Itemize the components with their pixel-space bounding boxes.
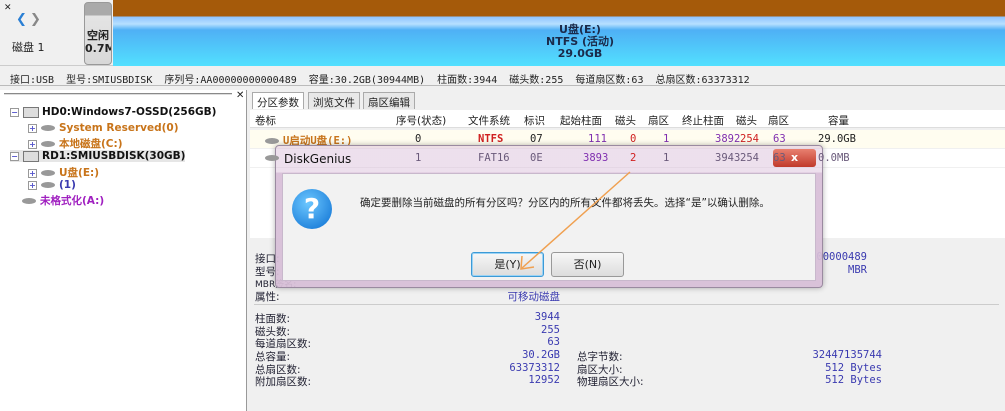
detail-label: 属性: [255,291,280,303]
cell-fs: NTFS [478,133,504,145]
col-header[interactable]: 终止柱面 [682,113,724,128]
dialog-body: ? 确定要删除当前磁盘的所有分区吗？分区内的所有文件都将丢失。选择“是”以确认删… [282,173,816,281]
col-header[interactable]: 扇区 [768,113,789,128]
cell-id: 07 [530,133,543,145]
col-header[interactable]: 扇区 [648,113,669,128]
tree-disk-hd0[interactable]: − HD0:Windows7-OSSD(256GB) [10,106,216,118]
disk-info-line: 接口:USB 型号:SMIUSBDISK 序列号:AA0000000000048… [0,68,1005,86]
volume-icon [265,155,279,161]
cell-capacity: 29.0GB [818,133,856,145]
free-space-block[interactable]: 空闲0.7M [84,2,112,65]
detail-value: 30.2GB [522,349,560,361]
cell-start-cyl: 3893 [583,152,609,164]
volume-icon [265,138,279,144]
tree-label: System Reserved(0) [59,122,179,134]
cell-capacity: 0.0MB [818,152,850,164]
question-icon: ? [292,189,332,229]
detail-label: 附加扇区数: [255,376,312,388]
tree-volume[interactable]: + (1) [28,179,76,191]
detail-value: 63373312 [509,362,560,374]
volume-icon [22,198,36,204]
tree-label: HD0:Windows7-OSSD(256GB) [42,106,217,118]
hdd-icon [23,150,39,162]
cell-end-cyl: 3892 [715,133,741,145]
detail-value: 63 [547,336,560,348]
hdd-icon [23,106,39,118]
tree-label: RD1:SMIUSBDISK(30GB) [42,150,186,162]
cell-head: 254 [740,133,759,145]
cell-sector: 63 [773,152,786,164]
volume-icon [41,141,55,147]
cell-sector: 63 [773,133,786,145]
tree-volume[interactable]: + System Reserved(0) [28,122,179,134]
detail-value: 255 [541,324,560,336]
cell-head: 2 [630,152,637,164]
tree-volume[interactable]: + U盘(E:) [28,165,99,180]
cell-id: 0E [530,152,543,164]
cell-sector: 1 [663,133,670,145]
next-disk-icon[interactable]: ❯ [30,12,41,27]
prev-disk-icon[interactable]: ❮ [16,12,27,27]
table-header: 卷标 序号(状态) 文件系统 标识 起始柱面 磁头 扇区 终止柱面 磁头 扇区 … [250,110,1005,128]
tree-disk-rd1[interactable]: − RD1:SMIUSBDISK(30GB) [10,150,186,162]
cell-fs: FAT16 [478,152,510,164]
no-button[interactable]: 否(N) [551,252,624,277]
cell-sector: 1 [663,152,670,164]
disk-label: 磁盘 1 [12,41,45,54]
col-header[interactable]: 序号(状态) [396,113,446,128]
dialog-message: 确定要删除当前磁盘的所有分区吗？分区内的所有文件都将丢失。选择“是”以确认删除。 [360,197,770,209]
detail-value: 512 Bytes [825,362,882,374]
col-header[interactable]: 磁头 [736,113,757,128]
free-label: 空闲 [87,29,109,42]
col-header[interactable]: 卷标 [255,113,276,128]
col-header[interactable]: 文件系统 [468,113,510,128]
partition-style-value: MBR [848,264,867,276]
tab-sector-edit[interactable]: 扇区编辑 [363,92,415,109]
tree-label: U盘(E:) [59,167,99,179]
tree-label: 未格式化(A:) [40,195,105,207]
col-header[interactable]: 容量 [828,113,849,128]
volume-icon [41,170,55,176]
cell-head: 0 [630,133,637,145]
tree-label: 本地磁盘(C:) [59,138,123,150]
cell-index: 1 [415,152,422,164]
partition-label: U盘(E:) NTFS (活动) 29.0GB [530,24,630,60]
close-panel-icon[interactable]: ✕ [236,90,244,101]
tab-partition-params[interactable]: 分区参数 [252,92,304,109]
tree-volume[interactable]: + 本地磁盘(C:) [28,136,123,151]
disk-map-bar: ✕ ❮ ❯ 磁盘 1 空闲0.7M U盘(E:) NTFS (活动) 29.0G… [0,0,1005,66]
detail-value: 32447135744 [812,349,882,361]
cell-index: 0 [415,133,422,145]
tree-volume[interactable]: 未格式化(A:) [22,193,104,208]
yes-button[interactable]: 是(Y) [471,252,544,277]
cell-start-cyl: 111 [588,133,607,145]
detail-value: 12952 [528,374,560,386]
tree-label: (1) [59,179,76,191]
col-header[interactable]: 磁头 [615,113,636,128]
cell-end-cyl: 3943 [715,152,741,164]
volume-icon [41,182,55,188]
tab-browse-files[interactable]: 浏览文件 [308,92,360,109]
disk-tree[interactable]: ✕ − HD0:Windows7-OSSD(256GB) + System Rese… [0,90,247,411]
dialog-title: DiskGenius [284,152,352,166]
col-header[interactable]: 标识 [524,113,545,128]
cell-head: 254 [740,152,759,164]
detail-value: 可移动磁盘 [507,291,561,303]
col-header[interactable]: 起始柱面 [560,113,602,128]
close-icon[interactable]: ✕ [4,3,12,13]
detail-value: 3944 [534,311,560,323]
confirm-delete-dialog: DiskGenius x ? 确定要删除当前磁盘的所有分区吗？分区内的所有文件都… [275,145,823,288]
volume-icon [41,125,55,131]
free-size: 0.7M [85,42,111,55]
partition-size: 29.0GB [557,47,603,60]
detail-label: 物理扇区大小: [577,376,644,388]
detail-value: 512 Bytes [825,374,882,386]
